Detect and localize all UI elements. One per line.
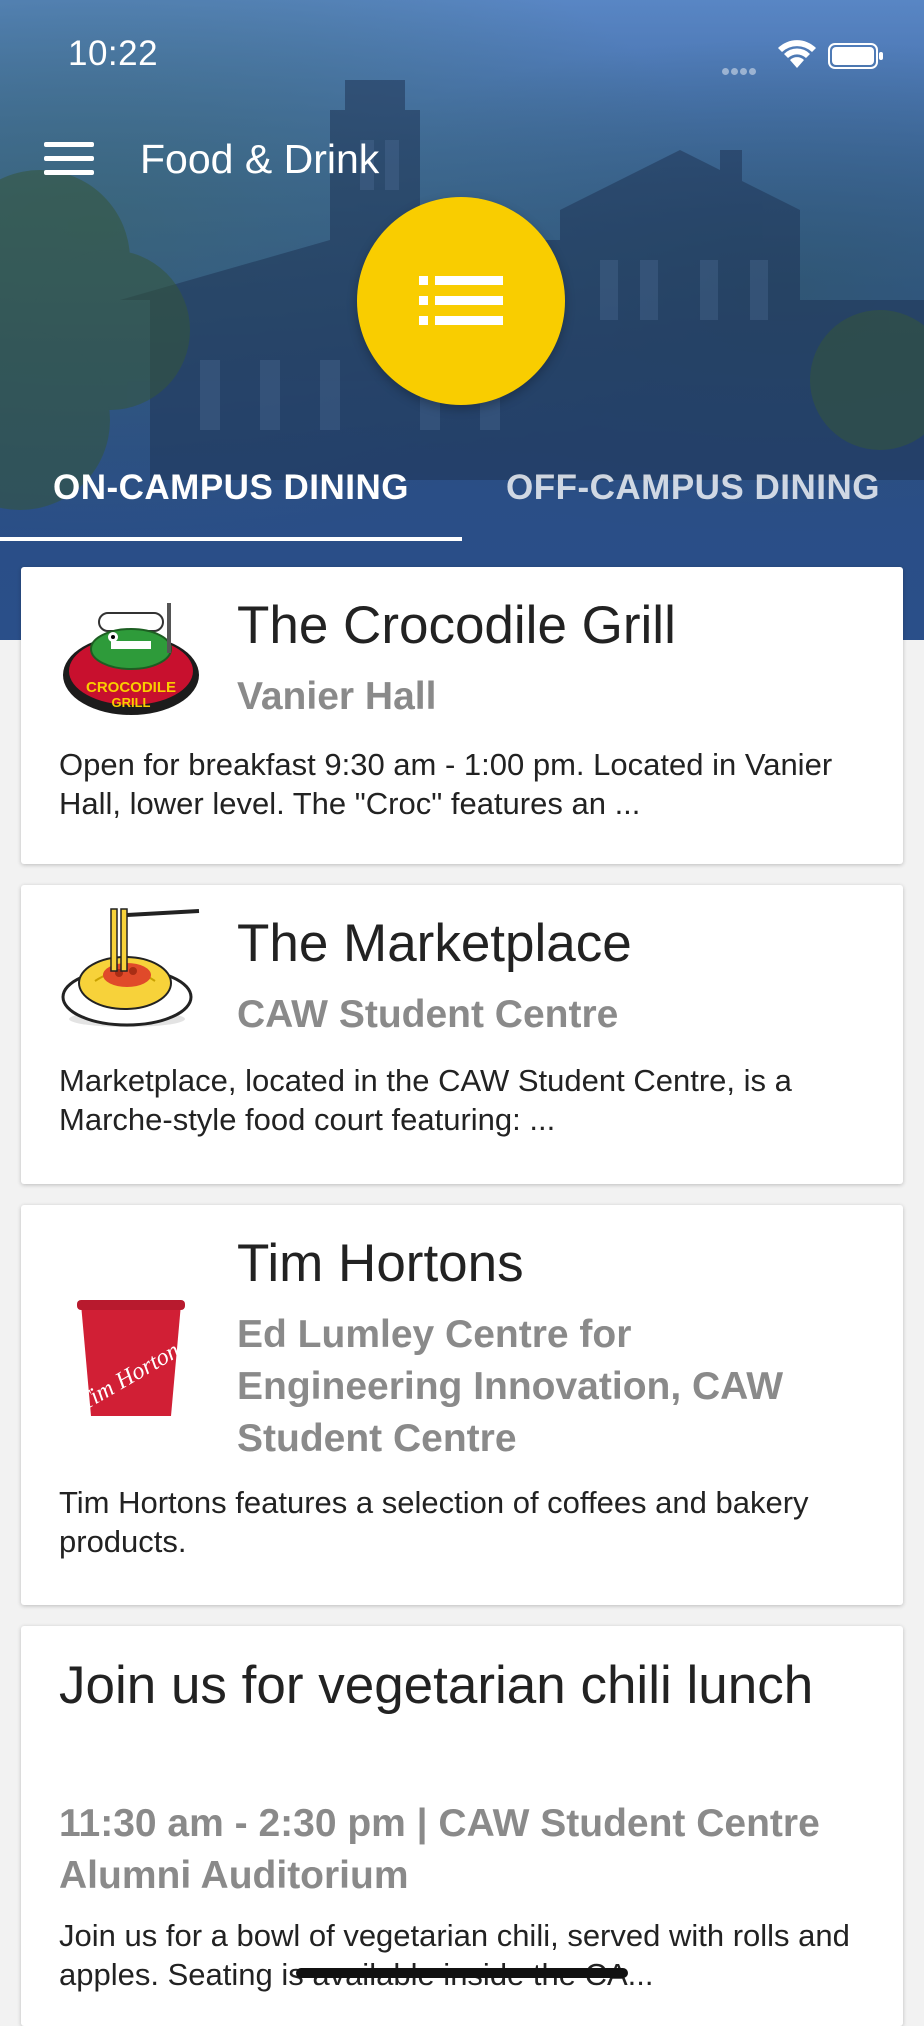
svg-text:GRILL: GRILL <box>112 695 151 710</box>
listing-location: CAW Student Centre <box>237 993 619 1036</box>
list-view-button[interactable] <box>357 197 565 405</box>
event-title: Join us for vegetarian chili lunch <box>59 1656 814 1715</box>
dining-tabs: ON-CAMPUS DINING OFF-CAMPUS DINING <box>0 460 924 540</box>
tab-off-campus-dining[interactable]: OFF-CAMPUS DINING <box>462 460 924 540</box>
crocodile-grill-logo-icon: CROCODILE GRILL <box>63 603 199 715</box>
event-description: Join us for a bowl of vegetarian chili, … <box>59 1918 850 1992</box>
status-time: 10:22 <box>68 34 159 73</box>
active-tab-indicator <box>0 537 462 541</box>
dining-card-marketplace[interactable]: The Marketplace CAW Student Centre Marke… <box>21 885 903 1184</box>
list-icon <box>419 276 503 325</box>
battery-icon <box>828 43 883 69</box>
wifi-icon <box>778 40 816 68</box>
event-card-vegetarian-chili[interactable]: Join us for vegetarian chili lunch 11:30… <box>21 1626 903 2026</box>
listing-title: The Marketplace <box>237 914 632 973</box>
status-bar: 10:22 <box>0 0 924 110</box>
hamburger-menu-icon[interactable] <box>44 142 94 182</box>
listing-description: Open for breakfast 9:30 am - 1:00 pm. Lo… <box>59 747 833 821</box>
page-title: Food & Drink <box>140 136 380 182</box>
listing-description: Marketplace, located in the CAW Student … <box>59 1063 792 1137</box>
dining-card-crocodile-grill[interactable]: CROCODILE GRILL The Crocodile Grill Vani… <box>21 567 903 864</box>
event-details: 11:30 am - 2:30 pm | CAW Student Centre … <box>59 1802 820 1897</box>
cellular-signal-icon <box>722 62 766 75</box>
crocodile-grill-logo-text: CROCODILE <box>86 679 176 696</box>
listing-description: Tim Hortons features a selection of coff… <box>59 1485 809 1559</box>
dining-card-tim-hortons[interactable]: Tim Hortons Tim Hortons Ed Lumley Centre… <box>21 1205 903 1605</box>
listing-title: Tim Hortons <box>237 1234 524 1293</box>
listing-location: Vanier Hall <box>237 675 437 718</box>
listing-location: Ed Lumley Centre for Engineering Innovat… <box>237 1313 783 1460</box>
tim-hortons-cup-logo-icon: Tim Hortons <box>75 1300 192 1416</box>
home-indicator[interactable] <box>296 1968 628 1978</box>
listing-title: The Crocodile Grill <box>237 596 676 655</box>
spaghetti-icon <box>61 908 200 1027</box>
hero-banner: 10:22 Food & Drink ON-CAMPUS DINING OFF-… <box>0 0 924 640</box>
tab-on-campus-dining[interactable]: ON-CAMPUS DINING <box>0 460 462 540</box>
